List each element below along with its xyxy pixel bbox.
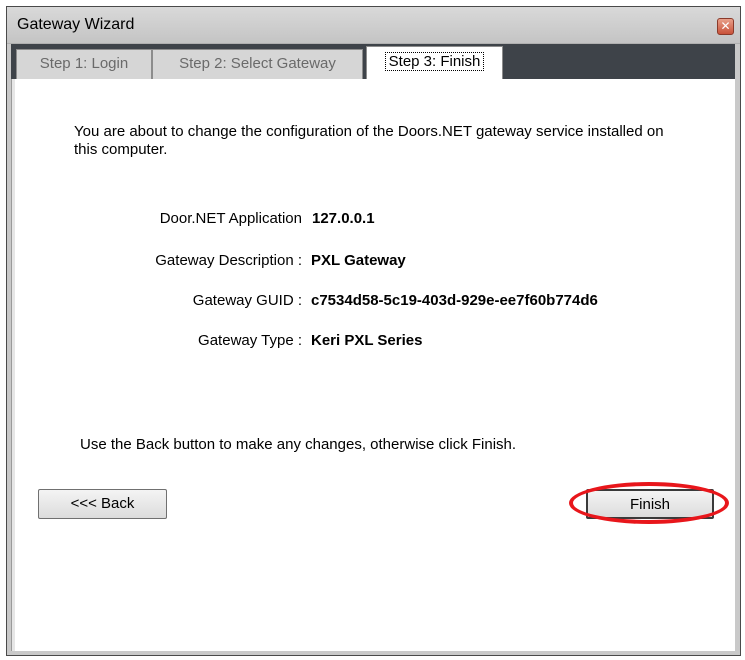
intro-text: You are about to change the configuratio… bbox=[74, 123, 664, 158]
finish-button[interactable]: Finish bbox=[586, 489, 714, 519]
detail-row-application: Door.NET Application 127.0.0.1 bbox=[12, 210, 732, 232]
window-title: Gateway Wizard bbox=[17, 16, 135, 33]
detail-value: Keri PXL Series bbox=[311, 332, 423, 349]
detail-label: Door.NET Application bbox=[159, 210, 302, 227]
close-icon[interactable]: ✕ bbox=[717, 18, 734, 35]
gateway-wizard-window: Gateway Wizard ✕ Step 1: Login Step 2: S… bbox=[6, 6, 741, 656]
detail-row-description: Gateway Description : PXL Gateway bbox=[12, 252, 732, 274]
tab-step-1-login[interactable]: Step 1: Login bbox=[16, 49, 152, 79]
detail-row-type: Gateway Type : Keri PXL Series bbox=[12, 332, 732, 354]
tab-step-2-select-gateway[interactable]: Step 2: Select Gateway bbox=[152, 49, 363, 79]
detail-value: c7534d58-5c19-403d-929e-ee7f60b774d6 bbox=[311, 292, 598, 309]
detail-value: PXL Gateway bbox=[311, 252, 406, 269]
detail-row-guid: Gateway GUID : c7534d58-5c19-403d-929e-e… bbox=[12, 292, 732, 314]
back-button[interactable]: <<< Back bbox=[38, 489, 167, 519]
detail-value: 127.0.0.1 bbox=[312, 210, 375, 227]
left-edge-strip bbox=[12, 79, 15, 651]
detail-label: Gateway Description : bbox=[155, 252, 302, 269]
tab-step-3-finish[interactable]: Step 3: Finish bbox=[366, 46, 503, 79]
wizard-tabstrip: Step 1: Login Step 2: Select Gateway Ste… bbox=[11, 44, 735, 79]
tab-label: Step 2: Select Gateway bbox=[179, 55, 336, 72]
tab-label: Step 1: Login bbox=[39, 55, 129, 72]
detail-label: Gateway Type : bbox=[198, 332, 302, 349]
title-bar[interactable]: Gateway Wizard ✕ bbox=[7, 7, 740, 44]
tab-label: Step 3: Finish bbox=[384, 52, 485, 71]
detail-label: Gateway GUID : bbox=[192, 292, 302, 309]
instruction-text: Use the Back button to make any changes,… bbox=[80, 436, 517, 453]
wizard-content-panel: You are about to change the configuratio… bbox=[11, 79, 735, 651]
